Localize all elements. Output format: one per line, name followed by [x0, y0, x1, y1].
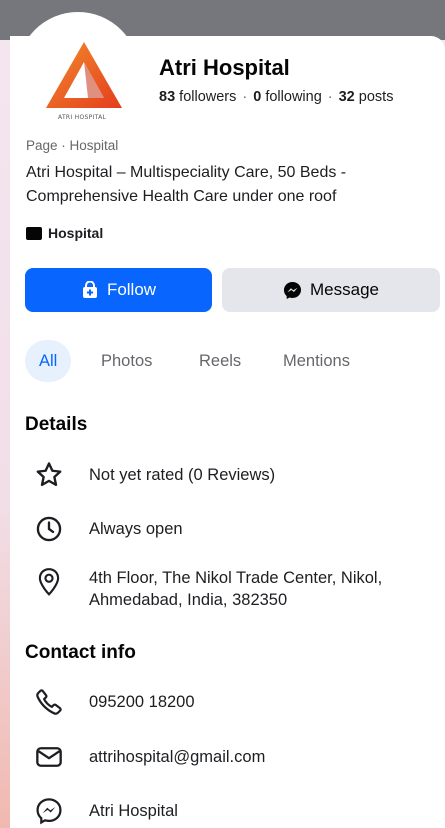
tab-all[interactable]: All [25, 340, 72, 382]
messenger-icon [283, 281, 302, 299]
separator: · [327, 89, 333, 105]
page-bio: Atri Hospital – Multispeciality Care, 50… [26, 164, 347, 205]
email-text: attrihospital@gmail.com [89, 748, 266, 766]
follow-button-label: Follow [106, 280, 157, 299]
tab-photos[interactable]: Photos [101, 340, 152, 382]
star-icon [36, 462, 62, 487]
followers-count[interactable]: 83 [159, 89, 175, 105]
messenger-row[interactable]: Atri Hospital [33, 795, 178, 827]
email-icon [36, 747, 62, 767]
page-category: Page · Hospital [26, 138, 119, 153]
profile-tabs: All Photos Reels Mentions [25, 340, 435, 382]
messenger-outline-icon [36, 798, 62, 825]
following-count[interactable]: 0 [253, 89, 261, 105]
details-heading: Details [25, 414, 88, 435]
following-label[interactable]: following [265, 89, 321, 105]
follow-icon [82, 281, 97, 298]
clock-icon [36, 516, 62, 542]
rating-row[interactable]: Not yet rated (0 Reviews) [33, 459, 275, 491]
followers-label[interactable]: followers [179, 89, 236, 105]
phone-icon [36, 689, 62, 715]
phone-text: 095200 18200 [89, 693, 195, 711]
posts-label[interactable]: posts [359, 89, 394, 105]
follow-button[interactable]: Follow [25, 268, 212, 312]
tab-mentions[interactable]: Mentions [283, 340, 350, 382]
phone-row[interactable]: 095200 18200 [33, 686, 195, 718]
messenger-text: Atri Hospital [89, 802, 178, 820]
profile-stats: 83 followers · 0 following · 32 posts [159, 89, 393, 105]
tab-reels[interactable]: Reels [199, 340, 241, 382]
category-tag-label: Hospital [48, 225, 104, 241]
address-text: 4th Floor, The Nikol Trade Center, Nikol… [89, 569, 383, 609]
address-row[interactable]: 4th Floor, The Nikol Trade Center, Nikol… [33, 566, 429, 611]
atri-logo-icon [46, 42, 122, 108]
separator: · [242, 89, 248, 105]
contact-heading: Contact info [25, 642, 136, 663]
email-row[interactable]: attrihospital@gmail.com [33, 741, 265, 773]
message-button[interactable]: Message [222, 268, 440, 312]
logo-caption: ATRI HOSPITAL [58, 114, 107, 121]
rating-text: Not yet rated (0 Reviews) [89, 466, 276, 484]
posts-count[interactable]: 32 [339, 89, 355, 105]
message-button-label: Message [310, 280, 379, 299]
hours-text: Always open [89, 520, 183, 538]
briefcase-icon [26, 226, 42, 240]
page-title: Atri Hospital [159, 55, 290, 80]
category-tag[interactable]: Hospital [26, 225, 103, 241]
location-pin-icon [38, 568, 60, 596]
hours-row: Always open [33, 513, 183, 545]
